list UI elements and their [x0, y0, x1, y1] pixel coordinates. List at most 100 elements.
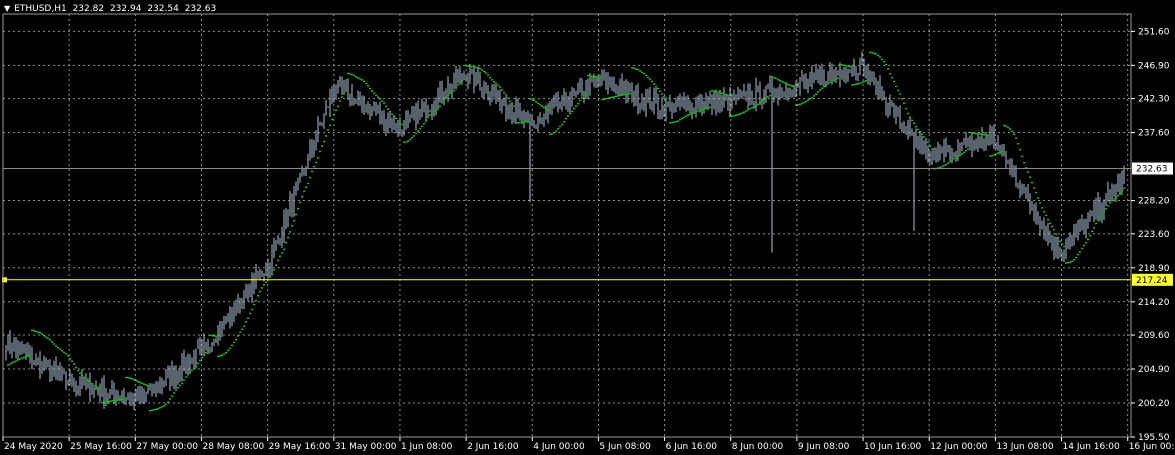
sar-dot — [543, 106, 545, 109]
sar-dot — [1121, 190, 1123, 192]
sar-dot — [439, 105, 441, 108]
triangle-down-icon[interactable]: ▼ — [4, 4, 10, 13]
sar-dot — [739, 113, 741, 115]
sar-dot — [435, 109, 437, 112]
sar-dot — [1063, 245, 1065, 248]
sar-dot — [333, 113, 335, 116]
sar-dot — [559, 125, 561, 128]
time-tick-label: 25 May 16:00 — [70, 442, 132, 452]
price-tick-label: 214.20 — [1138, 298, 1170, 308]
sar-dot — [819, 88, 821, 91]
sar-dot — [903, 102, 905, 105]
sar-dot — [879, 56, 881, 58]
sar-dot — [999, 151, 1001, 154]
sar-dot — [917, 128, 919, 131]
sar-dot — [555, 130, 557, 132]
sar-dot — [1039, 202, 1041, 204]
sar-dot — [75, 366, 77, 369]
sar-dot — [965, 149, 967, 152]
sar-dot — [701, 108, 703, 111]
sar-dot — [931, 148, 933, 151]
sar-dot — [341, 96, 343, 98]
sar-dot — [491, 78, 493, 81]
sar-dot — [45, 336, 47, 339]
sar-dot — [915, 125, 917, 128]
sar-dot — [1043, 210, 1045, 213]
sar-dot — [445, 96, 447, 99]
open-value: 232.82 — [72, 4, 105, 14]
sar-dot — [575, 105, 577, 108]
sar-dot — [41, 333, 43, 336]
sar-dot — [973, 132, 975, 135]
sar-dot — [591, 75, 593, 78]
sar-dot — [207, 349, 209, 352]
sar-dot — [797, 103, 799, 106]
sar-dot — [723, 93, 725, 95]
sar-dot — [859, 82, 861, 85]
sar-dot — [471, 65, 473, 68]
sar-dot — [561, 123, 563, 126]
sar-dot — [463, 78, 465, 81]
sar-dot — [1007, 126, 1009, 129]
sar-dot — [1005, 125, 1007, 128]
sar-dot — [243, 325, 245, 328]
sar-dot — [213, 334, 215, 337]
sar-dot — [793, 85, 795, 88]
sar-dot — [187, 373, 189, 376]
sar-dot — [1047, 218, 1049, 221]
price-tick-label: 223.60 — [1138, 230, 1170, 240]
sar-dot — [947, 162, 949, 165]
sar-dot — [169, 398, 171, 400]
sar-dot — [253, 303, 255, 306]
sar-dot — [877, 54, 879, 57]
sar-dot — [813, 94, 815, 97]
sar-dot — [963, 151, 965, 154]
sar-dot — [25, 355, 27, 358]
sar-dot — [383, 102, 385, 105]
sar-dot — [351, 73, 353, 76]
sar-dot — [775, 77, 777, 80]
sar-dot — [971, 132, 973, 134]
time-tick-label: 6 Jun 16:00 — [666, 442, 718, 452]
sar-dot — [597, 76, 599, 79]
sar-dot — [403, 141, 405, 144]
symbol-label: ETHUSD,H1 — [14, 4, 67, 14]
sar-dot — [1037, 197, 1039, 199]
sar-dot — [71, 360, 73, 363]
sar-dot — [423, 122, 425, 125]
sar-dot — [795, 104, 797, 107]
sar-dot — [535, 101, 537, 103]
sar-dot — [951, 159, 953, 161]
sar-dot — [1055, 233, 1057, 236]
sar-dot — [743, 111, 745, 114]
sar-dot — [671, 121, 673, 124]
sar-dot — [43, 334, 45, 337]
sar-dot — [529, 97, 531, 100]
sar-dot — [265, 281, 267, 284]
sar-dot — [683, 116, 685, 119]
sar-dot — [257, 294, 259, 297]
sar-dot — [863, 80, 865, 83]
sar-dot — [651, 80, 653, 83]
chart-area[interactable]: 251.60 246.90 242.30 237.60 228.20 223.60 218.… — [0, 0, 1175, 455]
sar-dot — [373, 92, 375, 95]
sar-dot — [349, 73, 351, 75]
sar-dot — [941, 165, 943, 168]
sar-dot — [663, 95, 665, 98]
sar-dot — [451, 90, 453, 93]
sar-dot — [759, 101, 761, 104]
sar-dot — [733, 114, 735, 117]
sar-dot — [709, 106, 711, 109]
sar-dot — [459, 81, 461, 84]
sar-dot — [605, 97, 607, 100]
sar-dot — [1049, 222, 1051, 225]
sar-dot — [839, 63, 841, 66]
sar-dot — [791, 85, 793, 87]
sar-dot — [1101, 212, 1103, 215]
sar-dot — [687, 114, 689, 117]
sar-dot — [269, 276, 271, 278]
sar-dot — [593, 75, 595, 78]
sar-dot — [1071, 260, 1073, 263]
sar-dot — [295, 213, 297, 216]
sar-dot — [925, 138, 927, 141]
